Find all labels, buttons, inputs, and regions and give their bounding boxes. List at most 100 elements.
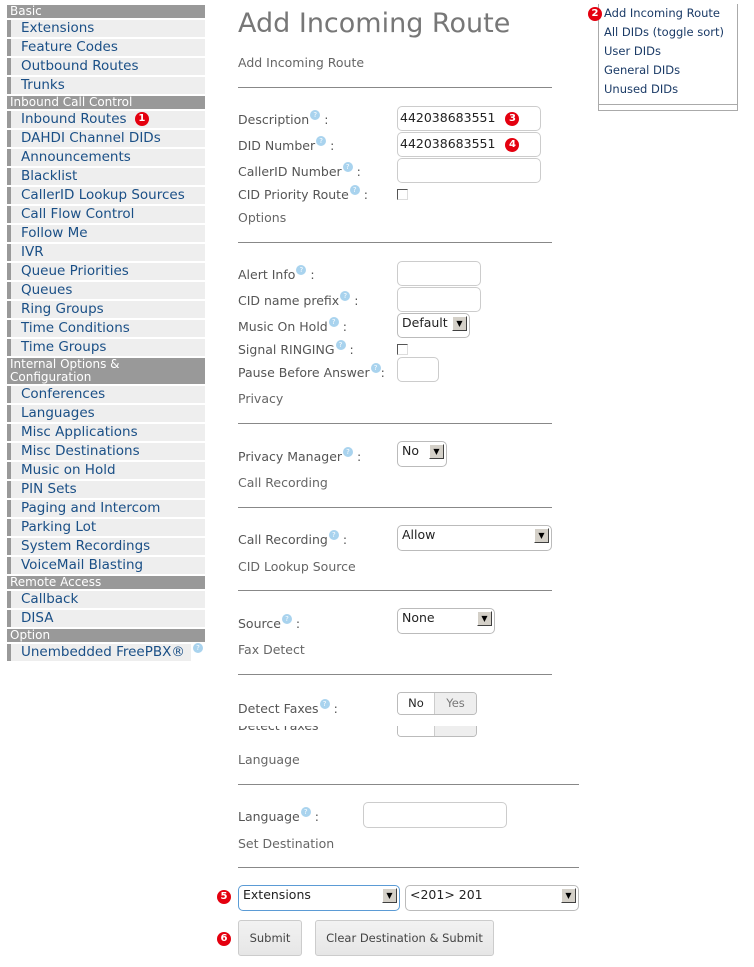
sidebar-item-disa[interactable]: DISA [7, 610, 205, 627]
sidebar-item-misc-destinations[interactable]: Misc Destinations [7, 443, 205, 460]
sidebar-item-ivr[interactable]: IVR [7, 244, 205, 261]
help-icon[interactable]: ? [342, 162, 353, 172]
sidebar-item-queue-priorities[interactable]: Queue Priorities [7, 263, 205, 280]
signal-ringing-checkbox[interactable] [397, 344, 408, 355]
sidebar-item-follow-me[interactable]: Follow Me [7, 225, 205, 242]
help-icon[interactable]: ? [349, 185, 360, 195]
help-icon[interactable]: ? [281, 614, 292, 624]
pause-before-answer-label: Pause Before Answer?: [238, 363, 385, 380]
source-select[interactable]: None ▼ [397, 608, 495, 634]
chevron-down-icon[interactable]: ▼ [382, 888, 397, 903]
chevron-down-icon[interactable]: ▼ [534, 528, 549, 543]
nav-unused-dids[interactable]: Unused DIDs [599, 80, 737, 99]
sidebar-header-option: Option [7, 629, 205, 642]
divider [238, 507, 552, 508]
help-icon[interactable]: ? [343, 447, 354, 457]
label-text: Call Recording [238, 532, 328, 547]
colon: : [380, 365, 385, 380]
help-icon[interactable]: ? [193, 643, 203, 653]
help-icon[interactable]: ? [319, 699, 330, 709]
submit-button[interactable]: Submit [238, 920, 302, 956]
help-icon[interactable]: ? [296, 265, 307, 275]
call-recording-label: Call Recording? : [238, 530, 348, 547]
sidebar-item-ring-groups[interactable]: Ring Groups [7, 301, 205, 318]
sidebar-item-feature-codes[interactable]: Feature Codes [7, 39, 205, 56]
sidebar-item-system-recordings[interactable]: System Recordings [7, 538, 205, 555]
help-icon[interactable]: ? [300, 807, 311, 817]
sidebar-item-callback[interactable]: Callback [7, 591, 205, 608]
section-options: Options [238, 210, 287, 225]
sidebar-item-languages[interactable]: Languages [7, 405, 205, 422]
chevron-down-icon[interactable]: ▼ [429, 444, 444, 459]
section-cid-lookup-source: CID Lookup Source [238, 559, 356, 574]
music-on-hold-label: Music On Hold? : [238, 317, 347, 334]
selected-value: Allow [402, 527, 436, 542]
cid-prefix-label: CID name prefix? : [238, 291, 358, 308]
sidebar-item-conferences[interactable]: Conferences [7, 386, 205, 403]
sidebar-item-pin-sets[interactable]: PIN Sets [7, 481, 205, 498]
sidebar-item-extensions[interactable]: Extensions [7, 20, 205, 37]
sidebar-item-unembedded-freepbx[interactable]: Unembedded FreePBX® ? [7, 643, 203, 661]
help-icon[interactable]: ? [328, 530, 339, 540]
sidebar-item-callerid-lookup-sources[interactable]: CallerID Lookup Sources [7, 187, 205, 204]
help-icon[interactable]: ? [310, 110, 321, 120]
step-badge-6: 6 [217, 932, 231, 946]
help-icon[interactable]: ? [340, 291, 351, 301]
divider [599, 104, 737, 105]
sidebar-item-label: Unembedded FreePBX® [21, 644, 185, 660]
alert-info-input[interactable] [397, 261, 481, 286]
clear-destination-submit-button[interactable]: Clear Destination & Submit [315, 920, 494, 956]
label-text: Source [238, 616, 281, 631]
help-icon[interactable]: ? [328, 317, 339, 327]
help-icon[interactable]: ? [335, 340, 346, 350]
privacy-manager-select[interactable]: No ▼ [397, 441, 447, 467]
help-icon[interactable]: ? [316, 136, 327, 146]
destination-type-select[interactable]: Extensions ▼ [238, 885, 400, 911]
sidebar-item-blacklist[interactable]: Blacklist [7, 168, 205, 185]
label-text: CID Priority Route [238, 187, 349, 202]
section-fax-detect: Fax Detect [238, 642, 305, 657]
chevron-down-icon[interactable]: ▼ [452, 316, 467, 331]
destination-target-select[interactable]: <201> 201 ▼ [405, 885, 579, 911]
sidebar-item-call-flow-control[interactable]: Call Flow Control [7, 206, 205, 223]
cid-prefix-input[interactable] [397, 287, 481, 312]
sidebar-item-outbound-routes[interactable]: Outbound Routes [7, 58, 205, 75]
detect-faxes-yes[interactable]: Yes [434, 693, 476, 714]
nav-add-incoming-route[interactable]: Add Incoming Route [599, 4, 737, 23]
sidebar-item-music-on-hold[interactable]: Music on Hold [7, 462, 205, 479]
language-input[interactable] [363, 802, 507, 828]
selected-value: Extensions [243, 887, 311, 902]
help-icon[interactable]: ? [370, 363, 381, 373]
call-recording-select[interactable]: Allow ▼ [397, 525, 552, 551]
sidebar-item-trunks[interactable]: Trunks [7, 77, 205, 94]
callerid-number-input[interactable] [397, 158, 541, 183]
chevron-down-icon[interactable]: ▼ [561, 888, 576, 903]
music-on-hold-select[interactable]: Default ▼ [397, 313, 470, 338]
sidebar-item-time-groups[interactable]: Time Groups [7, 339, 205, 356]
selected-value: <201> 201 [410, 887, 483, 902]
colon: : [342, 319, 347, 334]
sidebar-item-paging-and-intercom[interactable]: Paging and Intercom [7, 500, 205, 517]
nav-general-dids[interactable]: General DIDs [599, 61, 737, 80]
sidebar-item-announcements[interactable]: Announcements [7, 149, 205, 166]
pause-before-answer-input[interactable] [397, 357, 439, 382]
did-number-input[interactable]: 442038683551 4 [397, 132, 541, 157]
chevron-down-icon[interactable]: ▼ [477, 611, 492, 626]
detect-faxes-no[interactable]: No [398, 693, 434, 714]
colon: : [342, 532, 348, 547]
cid-priority-checkbox[interactable] [397, 189, 408, 200]
sidebar-item-time-conditions[interactable]: Time Conditions [7, 320, 205, 337]
nav-all-dids[interactable]: All DIDs (toggle sort) [599, 23, 737, 42]
sidebar-item-voicemail-blasting[interactable]: VoiceMail Blasting [7, 557, 205, 574]
cid-priority-label: CID Priority Route? : [238, 185, 368, 202]
sidebar-item-inbound-routes[interactable]: Inbound Routes 1 [7, 111, 205, 128]
detect-faxes-toggle[interactable]: No Yes [397, 692, 477, 715]
sidebar-item-dahdi-channel-dids[interactable]: DAHDI Channel DIDs [7, 130, 205, 147]
sidebar-item-parking-lot[interactable]: Parking Lot [7, 519, 205, 536]
label-text: Privacy Manager [238, 449, 343, 464]
description-input[interactable]: 442038683551 3 [397, 106, 541, 131]
label-text: Pause Before Answer [238, 365, 370, 380]
sidebar-item-queues[interactable]: Queues [7, 282, 205, 299]
sidebar-item-misc-applications[interactable]: Misc Applications [7, 424, 205, 441]
nav-user-dids[interactable]: User DIDs [599, 42, 737, 61]
